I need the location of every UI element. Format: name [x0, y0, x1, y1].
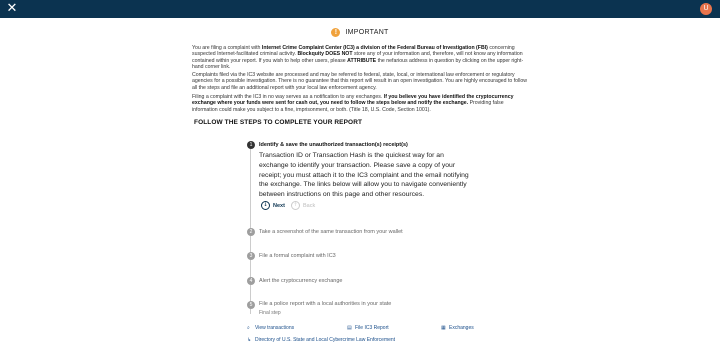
step-label-3[interactable]: File a formal complaint with IC3	[259, 253, 336, 259]
directory-label: Directory of U.S. State and Local Cyberc…	[255, 337, 396, 343]
step-label-1[interactable]: Identify & save the unauthorized transac…	[259, 142, 408, 148]
notice-paragraph-1: You are filing a complaint with Internet…	[192, 45, 530, 70]
view-transactions-label: View transactions	[255, 325, 295, 331]
exchanges-link[interactable]: ▦ Exchanges	[441, 325, 474, 331]
notice-paragraph-3: Filing a complaint with the IC3 in no wa…	[192, 94, 530, 113]
notice-bold-text: ATTRIBUTE	[347, 57, 377, 64]
active-step-body: Transaction ID or Transaction Hash is th…	[259, 152, 469, 199]
step-label-5[interactable]: File a police report with a local author…	[259, 301, 391, 307]
arrow-down-icon: ↓	[261, 201, 270, 211]
step-number-1[interactable]: 1	[247, 141, 255, 149]
back-button[interactable]: ↑ Back	[291, 201, 315, 211]
warning-icon: !	[331, 28, 341, 37]
notice-paragraph-2: Complaints filed via the IC3 website are…	[192, 72, 530, 91]
view-transactions-link[interactable]: ⌕ View transactions	[247, 325, 294, 331]
notice-text: Filing a complaint with the IC3 in no wa…	[192, 94, 384, 100]
bank-icon: ▦	[441, 325, 446, 331]
document-icon: ▤	[347, 325, 352, 331]
arrow-up-icon: ↑	[291, 201, 300, 211]
file-report-link[interactable]: ▤ File IC3 Report	[347, 325, 389, 331]
important-title: IMPORTANT	[345, 29, 389, 36]
step-number-3[interactable]: 3	[247, 252, 255, 260]
important-header: ! IMPORTANT	[0, 28, 720, 37]
notice-bold-text: DOES NOT	[325, 51, 353, 58]
step-label-2[interactable]: Take a screenshot of the same transactio…	[259, 229, 403, 235]
final-step-label: Final step	[259, 310, 281, 316]
notice-bold-text: Internet Crime Complaint Center (IC3) a …	[261, 45, 488, 51]
law-enforcement-directory-link[interactable]: ↳ Directory of U.S. State and Local Cyber…	[247, 337, 395, 343]
file-report-label: File IC3 Report	[355, 325, 389, 331]
next-button[interactable]: ↓ Next	[261, 201, 285, 211]
step-number-2[interactable]: 2	[247, 228, 255, 236]
close-icon[interactable]: ✕	[5, 1, 19, 17]
next-label: Next	[273, 203, 285, 209]
return-arrow-icon: ↳	[247, 337, 252, 343]
back-label: Back	[303, 203, 316, 209]
notice-text: Complaints filed via the IC3 website are…	[192, 72, 527, 91]
step-number-4[interactable]: 4	[247, 277, 255, 285]
brand-name: Blockquity	[297, 51, 324, 58]
step-number-5[interactable]: 5	[247, 301, 255, 309]
exchanges-label: Exchanges	[449, 325, 474, 331]
step-label-4[interactable]: Alert the cryptocurrency exchange	[259, 278, 342, 284]
search-icon: ⌕	[247, 325, 250, 331]
steps-heading: FOLLOW THE STEPS TO COMPLETE YOUR REPORT	[194, 119, 363, 126]
notice-text: You are filing a complaint with	[192, 45, 262, 51]
top-bar: ✕ U	[0, 0, 720, 18]
avatar[interactable]: U	[700, 3, 712, 15]
